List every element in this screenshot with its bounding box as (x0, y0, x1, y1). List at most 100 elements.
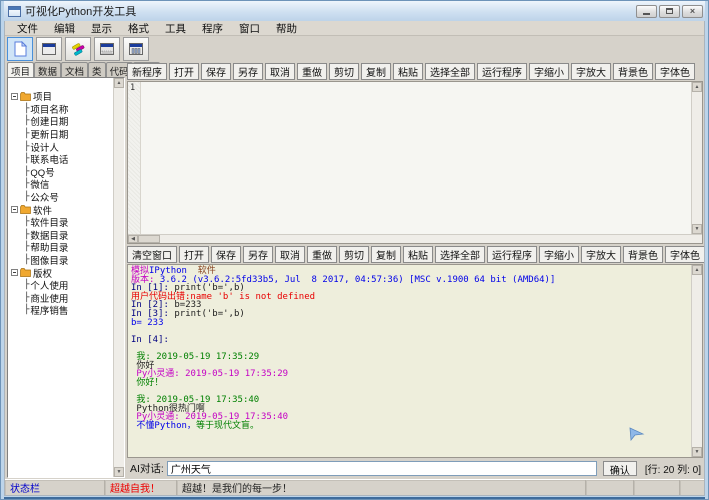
new-file-button[interactable] (7, 37, 33, 61)
action-button[interactable]: 保存 (211, 246, 241, 263)
grid-window-button[interactable] (123, 37, 149, 61)
action-button[interactable]: 运行程序 (487, 246, 537, 263)
action-button[interactable]: 重做 (297, 63, 327, 80)
action-button[interactable]: 粘贴 (403, 246, 433, 263)
tree-item[interactable]: ├软件目录 (11, 216, 113, 229)
tree-item[interactable]: ├商业使用 (11, 292, 113, 305)
tree-item[interactable]: ├更新日期 (11, 128, 113, 141)
action-button[interactable]: 运行程序 (477, 63, 527, 80)
menu-item[interactable]: 窗口 (231, 21, 268, 36)
action-button[interactable]: 打开 (169, 63, 199, 80)
action-button[interactable]: 保存 (201, 63, 231, 80)
minimize-button[interactable] (636, 5, 657, 18)
window-button[interactable] (36, 37, 62, 61)
action-button[interactable]: 字缩小 (529, 63, 569, 80)
maximize-button[interactable] (659, 5, 680, 18)
tab-数据[interactable]: 数据 (34, 62, 61, 77)
tree-item[interactable]: ├微信 (11, 178, 113, 191)
console-vertical-scrollbar[interactable]: ▲ ▼ (691, 265, 702, 457)
action-button[interactable]: 粘贴 (393, 63, 423, 80)
action-button[interactable]: 字体色 (665, 246, 705, 263)
output-console[interactable]: 模拟IPython 软件版本: 3.6.2 (v3.6.2:5fd33b5, J… (128, 265, 691, 457)
scroll-left-icon[interactable]: ◀ (128, 235, 138, 243)
menu-item[interactable]: 显示 (83, 21, 120, 36)
action-button[interactable]: 字缩小 (539, 246, 579, 263)
action-button[interactable]: 选择全部 (435, 246, 485, 263)
console-line (131, 327, 691, 336)
window-border (4, 496, 705, 499)
tab-文档[interactable]: 文档 (61, 62, 88, 77)
scrollbar-thumb[interactable] (138, 235, 160, 243)
tree-item[interactable]: ├项目名称 (11, 103, 113, 116)
action-button[interactable]: 打开 (179, 246, 209, 263)
console-line: 我: 2019-05-19 17:35:29 (131, 353, 691, 362)
status-cell (680, 480, 704, 495)
tree-vertical-scrollbar[interactable]: ▲ ▼ (113, 78, 124, 477)
close-button[interactable]: × (682, 5, 703, 18)
tree-item[interactable]: ├个人使用 (11, 279, 113, 292)
collapse-icon[interactable] (11, 206, 18, 213)
action-button[interactable]: 字放大 (571, 63, 611, 80)
ai-chat-input[interactable] (167, 461, 597, 476)
action-button[interactable]: 背景色 (613, 63, 653, 80)
scroll-up-icon[interactable]: ▲ (692, 82, 702, 92)
action-button[interactable]: 剪切 (329, 63, 359, 80)
window-icon (41, 41, 57, 57)
scroll-up-icon[interactable]: ▲ (114, 78, 124, 88)
action-button[interactable]: 复制 (361, 63, 391, 80)
menu-item[interactable]: 格式 (120, 21, 157, 36)
menu-item[interactable]: 帮助 (268, 21, 305, 36)
action-button[interactable]: 选择全部 (425, 63, 475, 80)
tree-branch-icon: ├ (24, 116, 29, 126)
action-button[interactable]: 剪切 (339, 246, 369, 263)
action-button[interactable]: 重做 (307, 246, 337, 263)
tab-项目[interactable]: 项目 (7, 62, 34, 77)
collapse-icon[interactable] (11, 93, 18, 100)
tree-item[interactable]: ├公众号 (11, 191, 113, 204)
scroll-down-icon[interactable]: ▼ (114, 467, 124, 477)
editor-vertical-scrollbar[interactable]: ▲ ▼ (691, 82, 702, 234)
action-button[interactable]: 字放大 (581, 246, 621, 263)
action-button[interactable]: 字体色 (655, 63, 695, 80)
action-button[interactable]: 背景色 (623, 246, 663, 263)
scroll-down-icon[interactable]: ▼ (692, 224, 702, 234)
console-line: In [3]: print('b=',b) (131, 310, 691, 319)
tree-item[interactable]: ├程序销售 (11, 304, 113, 317)
tree-item[interactable]: ├帮助目录 (11, 241, 113, 254)
action-button[interactable]: 新程序 (127, 63, 167, 80)
menu-item[interactable]: 工具 (157, 21, 194, 36)
tree-item[interactable]: ├创建日期 (11, 115, 113, 128)
tree-branch-icon: ├ (24, 179, 29, 189)
action-button[interactable]: 取消 (265, 63, 295, 80)
status-cell: 状态栏 (5, 480, 105, 495)
scroll-down-icon[interactable]: ▼ (692, 447, 702, 457)
action-button[interactable]: 取消 (275, 246, 305, 263)
action-button[interactable]: 复制 (371, 246, 401, 263)
tree-group[interactable]: 项目 (11, 90, 113, 103)
confirm-button[interactable]: 确认 (603, 461, 637, 476)
tree-item[interactable]: ├设计人 (11, 140, 113, 153)
action-button[interactable]: 另存 (243, 246, 273, 263)
action-button[interactable]: 清空窗口 (127, 246, 177, 263)
tree-group[interactable]: 软件 (11, 203, 113, 216)
menu-item[interactable]: 编辑 (46, 21, 83, 36)
tree-item[interactable]: ├图像目录 (11, 254, 113, 267)
code-editor[interactable]: 1 ▲ ▼ ◀ (127, 81, 703, 244)
menu-item[interactable]: 文件 (9, 21, 46, 36)
tree-group[interactable]: 版权 (11, 266, 113, 279)
action-button[interactable]: 另存 (233, 63, 263, 80)
color-tools-button[interactable] (65, 37, 91, 61)
editor-horizontal-scrollbar[interactable]: ◀ (128, 234, 702, 243)
menu-item[interactable]: 程序 (194, 21, 231, 36)
tab-类[interactable]: 类 (88, 62, 106, 77)
collapse-icon[interactable] (11, 269, 18, 276)
tree-item[interactable]: ├数据目录 (11, 229, 113, 242)
tree-item[interactable]: ├联系电话 (11, 153, 113, 166)
panel-tabs: 项目数据文档类代码帮助 (7, 62, 125, 77)
code-edit-area[interactable] (141, 82, 691, 234)
tree-item[interactable]: ├QQ号 (11, 166, 113, 179)
form-window-button[interactable] (94, 37, 120, 61)
close-icon: × (690, 7, 695, 16)
console-action-toolbar: 清空窗口打开保存另存取消重做剪切复制粘贴选择全部运行程序字缩小字放大背景色字体色 (127, 244, 703, 264)
scroll-up-icon[interactable]: ▲ (692, 265, 702, 275)
